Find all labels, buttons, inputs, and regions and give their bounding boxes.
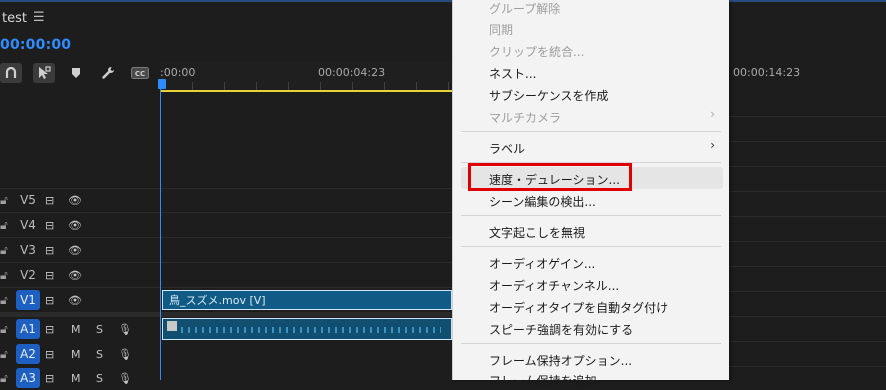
menu-item-label[interactable]: ラベル — [489, 140, 525, 157]
menu-separator — [461, 131, 721, 132]
solo-button[interactable]: S — [96, 372, 103, 385]
lock-icon[interactable]: 🔓︎ — [0, 243, 10, 258]
linked-selection-icon[interactable] — [33, 63, 55, 83]
lock-icon[interactable]: 🔓︎ — [0, 322, 10, 337]
menu-item-ungroup[interactable]: グループ解除 — [489, 0, 560, 17]
playhead-handle[interactable] — [158, 79, 166, 89]
panel-menu-icon[interactable]: ☰ — [33, 10, 45, 25]
submenu-arrow-icon: › — [710, 138, 715, 152]
sync-lock-icon[interactable]: ⊟ — [45, 323, 54, 336]
menu-item-audio-channels[interactable]: オーディオチャンネル... — [489, 277, 619, 294]
playhead-timecode[interactable]: 00:00:00 — [0, 37, 71, 53]
lock-icon[interactable]: 🔓︎ — [0, 268, 10, 283]
video-clip[interactable]: 鳥_スズメ.mov [V] — [162, 290, 452, 310]
clip-label: 鳥_スズメ.mov [V] — [169, 294, 266, 307]
ruler-tick-label: 00:00:14:23 — [733, 66, 801, 79]
menu-item-multi-camera[interactable]: マルチカメラ — [489, 109, 561, 126]
menu-item-synchronize[interactable]: 同期 — [489, 21, 513, 38]
sync-lock-icon[interactable]: ⊟ — [45, 194, 54, 207]
eye-icon[interactable]: 👁︎ — [68, 294, 82, 307]
solo-button[interactable]: S — [96, 348, 103, 361]
track-target-v5[interactable]: V5 — [16, 190, 40, 210]
solo-button[interactable]: S — [96, 323, 103, 336]
track-header-v1: 🔓︎ V1 ⊟ 👁︎ — [0, 288, 160, 312]
sync-lock-icon[interactable]: ⊟ — [45, 244, 54, 257]
menu-item-ignore-transcript[interactable]: 文字起こしを無視 — [489, 224, 585, 241]
track-target-a3[interactable]: A3 — [16, 368, 40, 388]
menu-item-auto-tag-audio-type[interactable]: オーディオタイプを自動タグ付け — [489, 299, 668, 316]
menu-item-enhance-speech[interactable]: スピーチ強調を有効にする — [489, 321, 633, 338]
track-target-a1[interactable]: A1 — [16, 319, 40, 339]
ruler-tick-label: :00:00 — [160, 66, 196, 79]
microphone-icon[interactable]: 🎙︎ — [118, 348, 132, 361]
sync-lock-icon[interactable]: ⊟ — [45, 219, 54, 232]
submenu-arrow-icon: › — [710, 107, 715, 121]
audio-clip[interactable] — [162, 318, 452, 340]
playhead-line[interactable] — [160, 89, 161, 380]
menu-separator — [461, 246, 721, 247]
ruler-tick-label: 00:00:04:23 — [318, 66, 386, 79]
track-header-v2: 🔓︎ V2 ⊟ 👁︎ — [0, 263, 160, 287]
snap-magnet-icon[interactable] — [0, 63, 22, 83]
menu-item-audio-gain[interactable]: オーディオゲイン... — [489, 255, 595, 272]
eye-icon[interactable]: 👁︎ — [68, 269, 82, 282]
track-target-v1[interactable]: V1 — [16, 290, 40, 310]
lock-icon[interactable]: 🔓︎ — [0, 193, 10, 208]
menu-item-frame-hold-options[interactable]: フレーム保持オプション... — [489, 352, 632, 369]
eye-icon[interactable]: 👁︎ — [68, 194, 82, 207]
lock-icon[interactable]: 🔓︎ — [0, 218, 10, 233]
microphone-icon[interactable]: 🎙︎ — [118, 372, 132, 385]
track-target-v3[interactable]: V3 — [16, 240, 40, 260]
mute-button[interactable]: M — [71, 348, 81, 361]
audio-waveform — [181, 327, 441, 333]
annotation-highlight-box — [468, 163, 632, 191]
track-target-v4[interactable]: V4 — [16, 215, 40, 235]
captions-label: CC — [135, 70, 145, 78]
track-header-a2: 🔓︎ A2 ⊟ M S 🎙︎ — [0, 342, 160, 366]
captions-icon[interactable]: CC — [129, 63, 151, 83]
menu-item-nest[interactable]: ネスト... — [489, 65, 536, 82]
lock-icon[interactable]: 🔓︎ — [0, 371, 10, 386]
sync-lock-icon[interactable]: ⊟ — [45, 372, 54, 385]
track-target-v2[interactable]: V2 — [16, 265, 40, 285]
menu-item-merge-clips[interactable]: クリップを統合... — [489, 43, 584, 60]
sequence-tab-title[interactable]: test — [2, 11, 27, 26]
sync-lock-icon[interactable]: ⊟ — [45, 269, 54, 282]
menu-item-scene-edit-detection[interactable]: シーン編集の検出... — [489, 193, 596, 210]
menu-item-add-frame-hold[interactable]: フレーム保持を追加 — [489, 372, 597, 389]
wrench-icon[interactable] — [97, 63, 119, 83]
track-header-a1: 🔓︎ A1 ⊟ M S 🎙︎ — [0, 317, 160, 341]
sync-lock-icon[interactable]: ⊟ — [45, 348, 54, 361]
mute-button[interactable]: M — [71, 323, 81, 336]
menu-separator — [461, 343, 721, 344]
marker-icon[interactable] — [65, 63, 87, 83]
focus-indicator — [0, 0, 886, 2]
eye-icon[interactable]: 👁︎ — [68, 244, 82, 257]
lock-icon[interactable]: 🔓︎ — [0, 347, 10, 362]
mute-button[interactable]: M — [71, 372, 81, 385]
microphone-icon[interactable]: 🎙︎ — [118, 323, 132, 336]
track-header-v3: 🔓︎ V3 ⊟ 👁︎ — [0, 238, 160, 262]
track-header-v4: 🔓︎ V4 ⊟ 👁︎ — [0, 213, 160, 237]
track-header-a3: 🔓︎ A3 ⊟ M S 🎙︎ — [0, 366, 160, 390]
sync-lock-icon[interactable]: ⊟ — [45, 294, 54, 307]
fx-badge-icon — [167, 321, 177, 331]
track-target-a2[interactable]: A2 — [16, 344, 40, 364]
menu-item-make-subsequence[interactable]: サブシーケンスを作成 — [489, 87, 608, 104]
menu-separator — [461, 215, 721, 216]
lock-icon[interactable]: 🔓︎ — [0, 293, 10, 308]
eye-icon[interactable]: 👁︎ — [68, 219, 82, 232]
track-header-v5: 🔓︎ V5 ⊟ 👁︎ — [0, 188, 160, 212]
